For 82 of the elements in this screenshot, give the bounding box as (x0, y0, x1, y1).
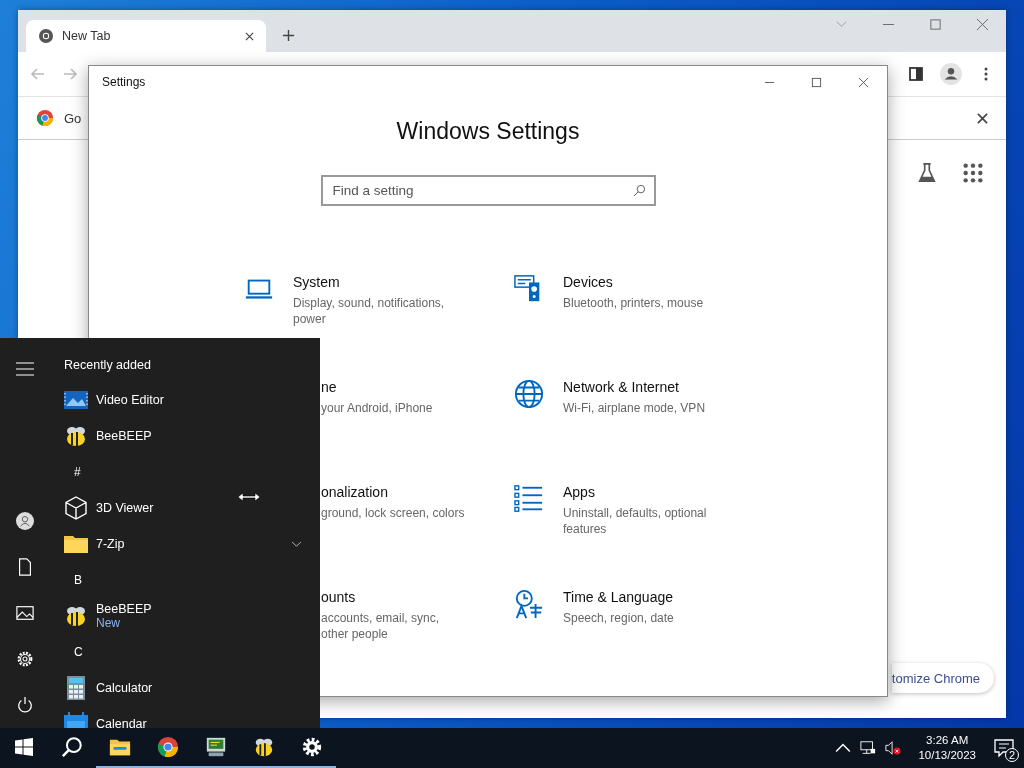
app-list-item[interactable]: 7-Zip (64, 526, 320, 562)
search-field[interactable]: Find a setting (320, 175, 656, 206)
close-icon[interactable] (858, 76, 869, 88)
close-icon[interactable] (977, 112, 988, 124)
app-name: Calculator (96, 681, 154, 695)
letter-heading[interactable]: B (64, 562, 320, 598)
app-name: Video Editor (96, 393, 165, 407)
app-list-item[interactable]: BeeBEEP New (64, 598, 320, 634)
speaker-muted-icon[interactable] (885, 740, 902, 756)
search-icon (61, 736, 83, 758)
category-description: ground, lock screen, colors (321, 505, 465, 521)
category-title[interactable]: Apps (563, 484, 707, 500)
browser-tab[interactable]: New Tab (26, 20, 266, 52)
category-description: Speech, region, date (563, 610, 674, 626)
category-description: Bluetooth, printers, mouse (563, 295, 704, 311)
video-icon (64, 388, 88, 412)
category-description: Display, sound, notifications, power (293, 295, 445, 327)
bee-icon (64, 424, 88, 448)
time-icon[interactable] (514, 589, 544, 619)
close-icon[interactable] (245, 31, 254, 41)
chrome-logo-icon (36, 109, 54, 127)
user-icon[interactable] (16, 512, 34, 530)
taskbar-clock[interactable]: 3:26 AM 10/13/2023 (910, 733, 984, 763)
notification-center-button[interactable]: 2 (984, 728, 1024, 768)
app-name: 7-Zip (96, 537, 126, 551)
app-list-item[interactable]: BeeBEEP (64, 418, 320, 454)
bee-icon (253, 736, 275, 758)
category-title[interactable]: onalization (321, 484, 465, 500)
chrome-logo-icon (38, 28, 54, 44)
category-title[interactable]: Network & Internet (563, 379, 706, 395)
category-title[interactable]: System (293, 274, 445, 290)
category-description: your Android, iPhone (321, 400, 433, 416)
app-list-item[interactable]: 3D Viewer (64, 490, 320, 526)
maximize-icon[interactable] (811, 76, 822, 88)
new-label: New (96, 616, 121, 630)
category-title[interactable]: ounts (321, 589, 440, 605)
pictures-icon[interactable] (16, 604, 34, 622)
notification-count: 2 (1004, 748, 1019, 762)
category-title[interactable]: ne (321, 379, 433, 395)
apps-grid-icon[interactable] (962, 162, 984, 184)
settings-heading: Windows Settings (395, 118, 581, 145)
category-description: Uninstall, defaults, optional features (563, 505, 707, 537)
letter-heading[interactable]: C (64, 634, 320, 670)
app-name: Calendar (96, 717, 148, 728)
side-panel-icon[interactable] (908, 66, 924, 82)
profile-icon[interactable] (940, 63, 962, 85)
app-list-item[interactable]: Video Editor (64, 382, 320, 418)
globe-icon[interactable] (514, 379, 544, 409)
flask-icon[interactable] (916, 162, 938, 184)
bee-icon (64, 604, 88, 628)
gear-icon (301, 736, 323, 758)
chevron-down-icon[interactable] (291, 540, 302, 548)
windows-logo-icon (15, 738, 33, 756)
category-title[interactable]: Devices (563, 274, 704, 290)
customize-chrome-button[interactable]: tomize Chrome (891, 663, 994, 693)
power-icon[interactable] (16, 696, 34, 714)
clock-date: 10/13/2023 (918, 748, 976, 763)
document-icon[interactable] (16, 558, 34, 576)
apps-icon[interactable] (514, 484, 544, 514)
settings-icon[interactable] (16, 650, 34, 668)
notification-icon (994, 738, 1014, 758)
category-title[interactable]: Time & Language (563, 589, 674, 605)
app-name: BeeBEEP (96, 602, 153, 616)
category-description: Wi-Fi, airplane mode, VPN (563, 400, 706, 416)
monitor-icon (205, 736, 227, 758)
app-name: 3D Viewer (96, 501, 155, 515)
section-heading: Recently added (64, 358, 152, 374)
app-name: BeeBEEP (96, 429, 153, 443)
search-icon (632, 184, 646, 197)
app-list-item[interactable]: Calculator (64, 670, 320, 706)
resize-cursor-icon (237, 492, 261, 502)
infobar-text: Go (64, 110, 82, 126)
chrome-icon (157, 736, 179, 758)
window-title: Settings (102, 75, 146, 89)
letter-heading[interactable]: # (64, 454, 320, 490)
calc-icon (64, 676, 88, 700)
new-tab-icon[interactable] (282, 29, 295, 42)
menu-icon[interactable] (16, 360, 34, 378)
cube-icon (64, 496, 88, 520)
network-icon[interactable] (860, 740, 877, 756)
clock-time: 3:26 AM (926, 733, 969, 748)
category-description: accounts, email, sync, other people (321, 610, 440, 642)
